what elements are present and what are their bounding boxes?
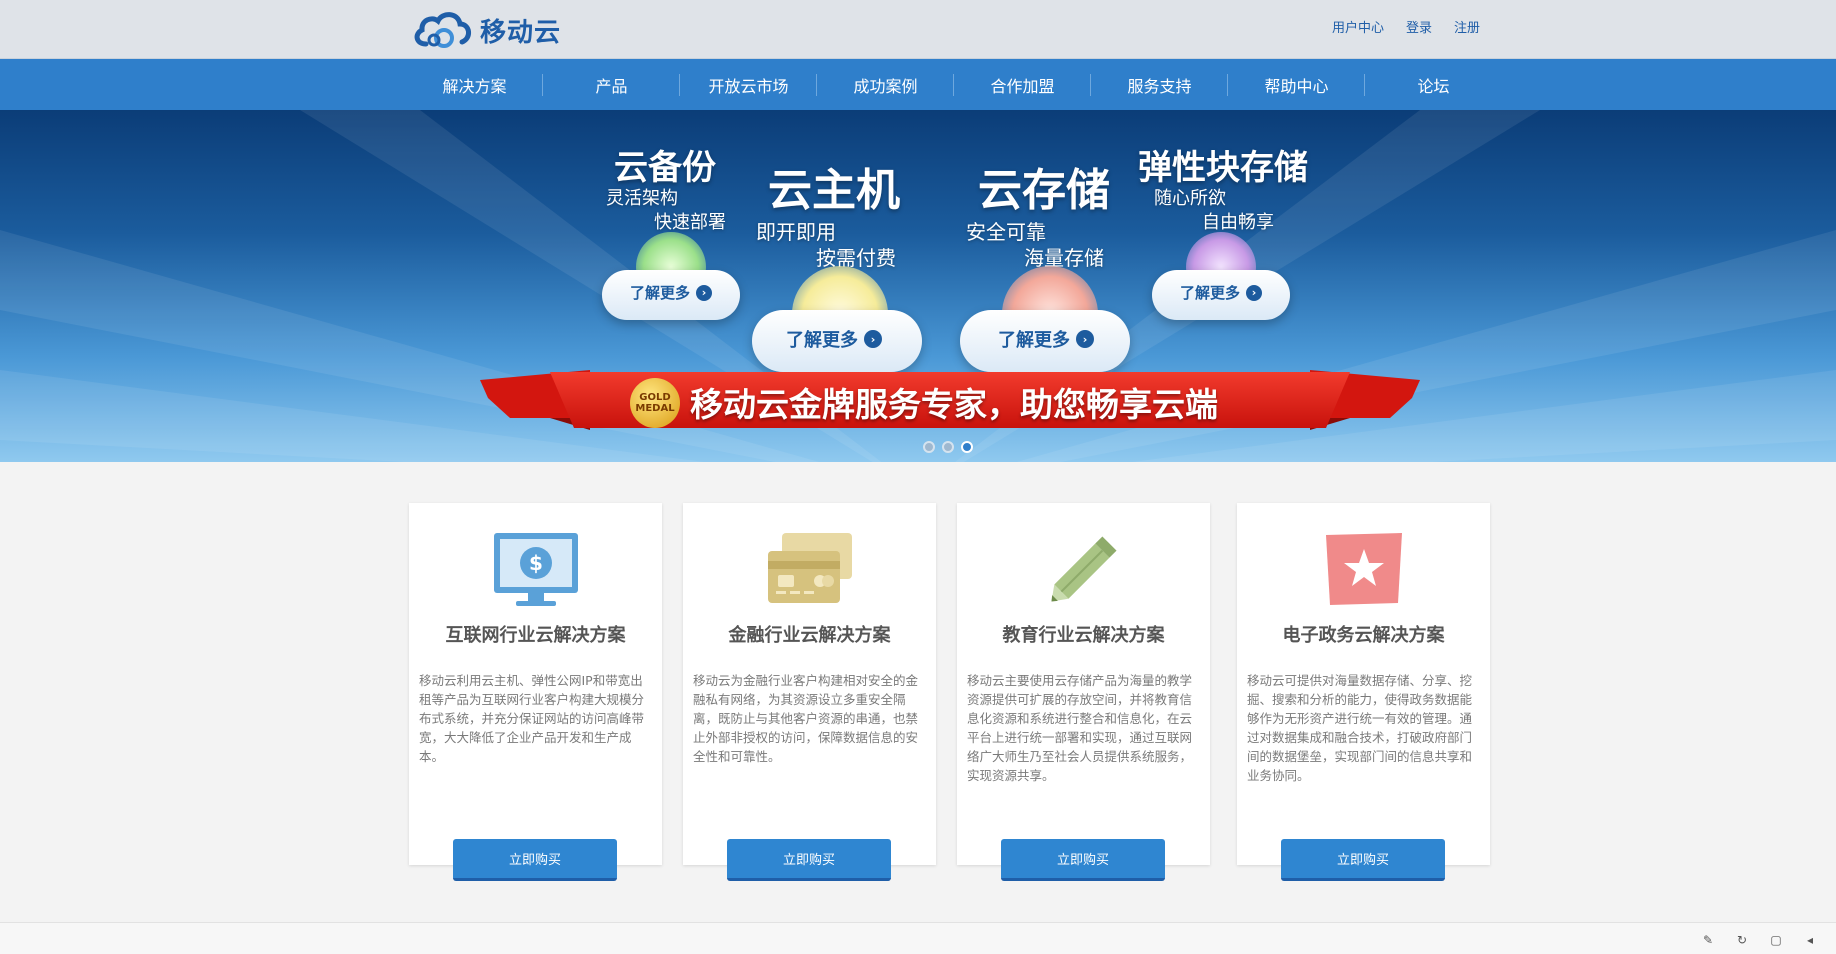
learn-more-button[interactable]: 了解更多 ›	[630, 282, 713, 303]
svg-text:$: $	[529, 551, 543, 575]
learn-more-button[interactable]: 了解更多 ›	[786, 326, 882, 352]
card-description: 移动云利用云主机、弹性公网IP和带宽出租等产品为互联网行业客户构建大规模分布式系…	[419, 673, 645, 764]
pin-icon[interactable]: ✎	[1700, 932, 1716, 948]
slide-dot-1[interactable]	[923, 441, 935, 453]
logo-text: 移动云	[480, 17, 562, 48]
slide-indicators	[923, 441, 973, 453]
solution-card-finance: 金融行业云解决方案 移动云为金融行业客户构建相对安全的金融私有网络，为其资源设立…	[683, 503, 936, 881]
product-sub-2: 自由畅享	[1202, 212, 1274, 233]
system-tray: ✎ ↻ ▢ ◂	[1700, 932, 1818, 948]
nav-item-forum[interactable]: 论坛	[1365, 59, 1502, 110]
product-sub-2: 海量存储	[1024, 246, 1104, 270]
product-title: 弹性块存储	[1138, 148, 1308, 188]
card-title: 教育行业云解决方案	[1002, 625, 1165, 646]
pencil-icon	[957, 529, 1210, 609]
slide-dot-2[interactable]	[942, 441, 954, 453]
product-sub-1: 灵活架构	[606, 188, 678, 209]
learn-more-button[interactable]: 了解更多 ›	[1180, 282, 1263, 303]
cloud-logo-icon	[414, 12, 471, 48]
product-title: 云存储	[978, 165, 1110, 216]
gold-medal-icon: GOLD MEDAL	[630, 378, 680, 428]
learn-more-label: 了解更多	[786, 330, 858, 351]
trash-icon[interactable]: ▢	[1768, 932, 1784, 948]
user-center-link[interactable]: 用户中心	[1332, 17, 1384, 36]
solution-card-government: 电子政务云解决方案 移动云可提供对海量数据存储、分享、挖掘、搜索和分析的能力，使…	[1237, 503, 1490, 881]
top-bar: 移动云 用户中心 登录 注册	[0, 0, 1836, 59]
register-link[interactable]: 注册	[1454, 17, 1480, 36]
card-description: 移动云主要使用云存储产品为海量的教学资源提供可扩展的存放空间，并将教育信息化资源…	[967, 673, 1193, 783]
product-title: 云备份	[614, 148, 716, 188]
logo[interactable]: 移动云	[412, 8, 561, 52]
bottom-strip: ✎ ↻ ▢ ◂	[0, 922, 1836, 954]
slogan-text: 移动云金牌服务专家，助您畅享云端	[690, 385, 1218, 424]
learn-more-label: 了解更多	[630, 284, 691, 302]
card-description: 移动云为金融行业客户构建相对安全的金融私有网络，为其资源设立多重安全隔离，既防止…	[693, 673, 919, 764]
refresh-icon[interactable]: ↻	[1734, 932, 1750, 948]
solution-card-internet: $ 互联网行业云解决方案 移动云利用云主机、弹性公网IP和带宽出租等产品为互联网…	[409, 503, 662, 881]
slogan-ribbon: GOLD MEDAL 移动云金牌服务专家，助您畅享云端	[480, 368, 1420, 438]
buy-now-button[interactable]: 立即购买	[453, 839, 617, 881]
arrow-right-icon: ›	[1076, 330, 1094, 348]
nav-item-cases[interactable]: 成功案例	[817, 59, 954, 110]
nav-item-products[interactable]: 产品	[543, 59, 680, 110]
product-sub-1: 即开即用	[756, 220, 836, 244]
nav-item-partnership[interactable]: 合作加盟	[954, 59, 1091, 110]
product-sub-2: 快速部署	[654, 212, 726, 233]
nav-item-solutions[interactable]: 解决方案	[406, 59, 543, 110]
top-links: 用户中心 登录 注册	[1332, 17, 1480, 36]
buy-now-button[interactable]: 立即购买	[727, 839, 891, 881]
buy-now-button[interactable]: 立即购买	[1001, 839, 1165, 881]
monitor-dollar-icon: $	[409, 529, 662, 609]
card-title: 互联网行业云解决方案	[445, 625, 626, 646]
product-sub-1: 随心所欲	[1154, 188, 1226, 209]
login-link[interactable]: 登录	[1406, 17, 1432, 36]
star-flag-icon	[1237, 529, 1490, 609]
credit-card-icon	[683, 529, 936, 609]
buy-now-button[interactable]: 立即购买	[1281, 839, 1445, 881]
card-title: 电子政务云解决方案	[1282, 625, 1445, 646]
solution-card-education: 教育行业云解决方案 移动云主要使用云存储产品为海量的教学资源提供可扩展的存放空间…	[957, 503, 1210, 881]
product-sub-1: 安全可靠	[966, 220, 1046, 244]
nav-item-open-market[interactable]: 开放云市场	[680, 59, 817, 110]
learn-more-button[interactable]: 了解更多 ›	[998, 326, 1094, 352]
card-title: 金融行业云解决方案	[728, 625, 891, 646]
nav-item-help[interactable]: 帮助中心	[1228, 59, 1365, 110]
learn-more-label: 了解更多	[1180, 284, 1241, 302]
slide-dot-3[interactable]	[961, 441, 973, 453]
card-description: 移动云可提供对海量数据存储、分享、挖掘、搜索和分析的能力，使得政务数据能够作为无…	[1247, 673, 1473, 783]
learn-more-label: 了解更多	[998, 330, 1070, 351]
speaker-icon[interactable]: ◂	[1802, 932, 1818, 948]
arrow-right-icon: ›	[696, 284, 713, 301]
arrow-right-icon: ›	[864, 330, 882, 348]
hero-banner[interactable]: 云备份 灵活架构 快速部署 了解更多 › 云主机 即开即用 按需付费 了解更多 …	[0, 110, 1836, 462]
arrow-right-icon: ›	[1246, 284, 1263, 301]
main-nav: 解决方案 产品 开放云市场 成功案例 合作加盟 服务支持 帮助中心 论坛	[0, 59, 1836, 110]
nav-item-service[interactable]: 服务支持	[1091, 59, 1228, 110]
product-title: 云主机	[768, 165, 900, 216]
